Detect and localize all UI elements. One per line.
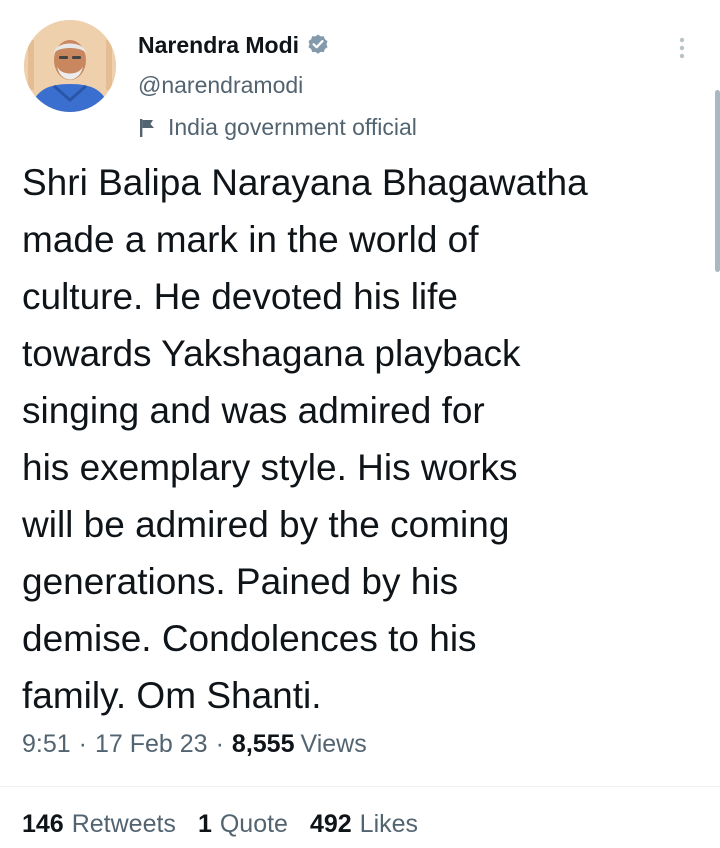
retweets-label: Retweets [71,810,176,838]
government-label[interactable]: India government official [138,114,417,141]
quotes-link[interactable]: 1 Quote [198,810,288,839]
tweet-meta: 9:51 · 17 Feb 23 · 8,555 Views [22,730,367,759]
scrollbar-thumb[interactable] [715,90,720,272]
avatar-image [24,20,116,112]
quotes-count: 1 [197,810,212,838]
separator-dot: · [78,730,87,758]
separator-dot: · [215,730,224,758]
retweets-link[interactable]: 146 Retweets [22,810,176,839]
government-label-text: India government official [168,114,417,140]
quotes-label: Quote [219,810,288,838]
retweets-count: 146 [22,810,64,838]
flag-icon [138,117,158,139]
avatar[interactable] [24,20,116,112]
verified-badge-icon[interactable] [306,33,330,57]
likes-label: Likes [359,810,419,838]
likes-link[interactable]: 492 Likes [310,810,418,839]
views-label: Views [300,730,367,758]
author-display-name[interactable]: Narendra Modi [138,32,299,59]
divider [0,786,720,787]
tweet-time[interactable]: 9:51 [22,730,71,759]
engagement-stats: 146 Retweets 1 Quote 492 Likes [22,810,440,839]
tweet-date[interactable]: 17 Feb 23 [95,730,208,759]
author-handle[interactable]: @narendramodi [138,72,303,99]
more-options-icon[interactable] [674,34,690,62]
likes-count: 492 [309,810,352,838]
tweet-detail: Narendra Modi @narendramodi India govern… [0,0,720,848]
author-name-row: Narendra Modi [138,28,330,62]
views-count: 8,555 [231,730,295,758]
tweet-text: Shri Balipa Narayana Bhagawatha made a m… [22,162,588,716]
